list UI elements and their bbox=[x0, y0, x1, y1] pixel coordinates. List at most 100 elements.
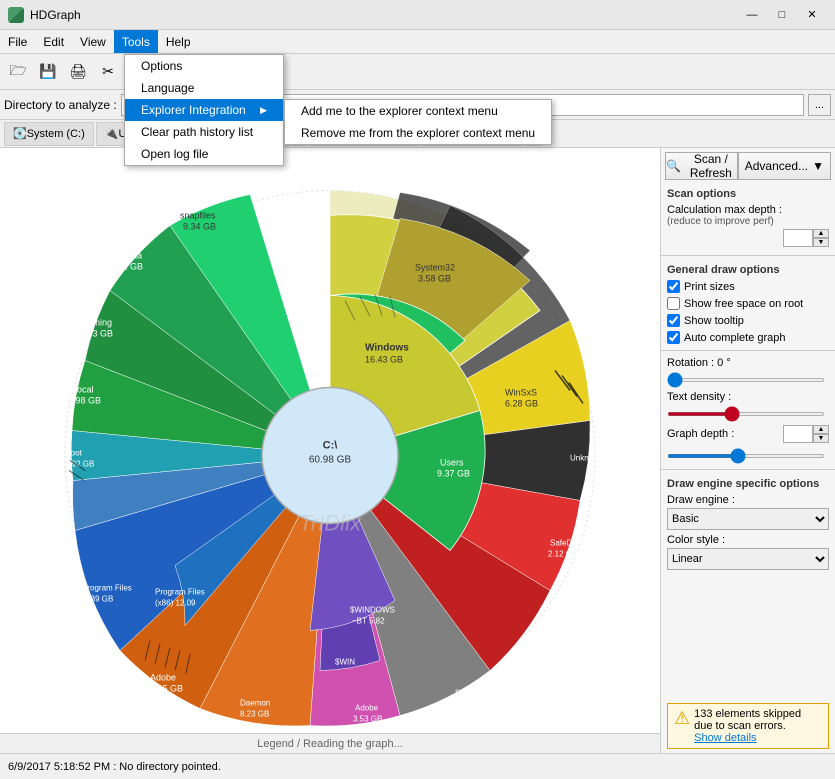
color-style-dropdown-row: Color style : Linear Rainbow Monochrome bbox=[661, 532, 835, 572]
svg-text:2.12 GB: 2.12 GB bbox=[548, 550, 577, 559]
divider2 bbox=[661, 350, 835, 351]
calc-depth-label: Calculation max depth : bbox=[667, 204, 829, 216]
auto-complete-label: Auto complete graph bbox=[684, 332, 786, 344]
free-space-checkbox[interactable] bbox=[667, 297, 680, 310]
graph-depth-down[interactable]: ▼ bbox=[813, 434, 829, 443]
print-sizes-label: Print sizes bbox=[684, 281, 735, 293]
svg-text:Unkn.: Unkn. bbox=[570, 454, 591, 463]
svg-text:Daemon: Daemon bbox=[240, 699, 270, 708]
svg-text:Sources: Sources bbox=[455, 689, 484, 698]
svg-text:System32: System32 bbox=[415, 263, 455, 273]
graph-depth-slider[interactable] bbox=[667, 454, 825, 458]
svg-text:Local: Local bbox=[72, 385, 94, 395]
print-sizes-checkbox[interactable] bbox=[667, 280, 680, 293]
svg-text:C:\: C:\ bbox=[323, 440, 338, 452]
toolbar-cut[interactable]: ✂ bbox=[94, 58, 122, 86]
tools-dropdown: Options Language Explorer Integration Cl… bbox=[124, 54, 284, 166]
calc-depth-down[interactable]: ▼ bbox=[813, 238, 829, 247]
graph-area: WinSxS 6.28 GB Unkn. SafeDS 2.12 GB Safe… bbox=[0, 148, 660, 753]
close-button[interactable]: ✕ bbox=[797, 5, 827, 25]
draw-engine-select[interactable]: Basic GDI+ bbox=[667, 508, 829, 530]
advanced-arrow-icon: ▼ bbox=[812, 159, 824, 173]
maximize-button[interactable]: □ bbox=[767, 5, 797, 25]
scan-adv-row: 🔍 Scan / Refresh Advanced... ▼ bbox=[661, 148, 835, 184]
svg-text:snapfiles: snapfiles bbox=[180, 211, 216, 221]
menu-view[interactable]: View bbox=[72, 30, 114, 53]
draw-engine-label: Draw engine : bbox=[667, 494, 829, 506]
graph-depth-spinner-btns: ▲ ▼ bbox=[813, 425, 829, 443]
rotation-slider-row: Rotation : 0 ° bbox=[661, 355, 835, 389]
svg-text:60.98 GB: 60.98 GB bbox=[309, 455, 352, 466]
svg-text:8.23 GB: 8.23 GB bbox=[240, 710, 269, 719]
free-space-label: Show free space on root bbox=[684, 298, 803, 310]
drivetab-c[interactable]: 💽 System (C:) bbox=[4, 122, 94, 146]
minimize-button[interactable]: — bbox=[737, 5, 767, 25]
svg-text:Adobe: Adobe bbox=[150, 673, 176, 683]
legend-bar: Legend / Reading the graph... bbox=[0, 733, 660, 753]
text-density-slider-row: Text density : bbox=[661, 389, 835, 423]
svg-text:SafeDS: SafeDS bbox=[550, 539, 578, 548]
graph-depth-row: Graph depth : 5 ▲ ▼ bbox=[661, 423, 835, 445]
svg-text:1.80 GB: 1.80 GB bbox=[533, 651, 562, 660]
svg-text:16.43 GB: 16.43 GB bbox=[365, 355, 403, 365]
drive-icon-c: 💽 bbox=[13, 127, 27, 140]
menu-edit[interactable]: Edit bbox=[35, 30, 72, 53]
menu-language[interactable]: Language bbox=[125, 77, 283, 99]
menu-clear-history[interactable]: Clear path history list bbox=[125, 121, 283, 143]
graph-depth-spinner: 5 ▲ ▼ bbox=[783, 425, 829, 443]
browse-button[interactable]: ... bbox=[808, 94, 831, 116]
warning-box: ⚠ 133 elements skipped due to scan error… bbox=[667, 703, 829, 749]
app-icon bbox=[8, 7, 24, 23]
svg-text:TrIDlix: TrIDlix bbox=[299, 511, 362, 536]
menu-help[interactable]: Help bbox=[158, 30, 199, 53]
scan-icon: 🔍 bbox=[666, 159, 681, 173]
svg-text:7.39 GB: 7.39 GB bbox=[84, 595, 113, 604]
svg-text:3.43 GB: 3.43 GB bbox=[80, 329, 113, 339]
menu-tools[interactable]: Tools bbox=[114, 30, 158, 53]
calc-depth-input[interactable]: 5 bbox=[783, 229, 813, 247]
svg-text:$WINDOWS: $WINDOWS bbox=[350, 606, 395, 615]
explorer-submenu: Add me to the explorer context menu Remo… bbox=[284, 99, 552, 145]
submenu-add[interactable]: Add me to the explorer context menu bbox=[285, 100, 551, 122]
draw-engine-specific-label: Draw engine specific options bbox=[661, 474, 835, 492]
menu-open-log[interactable]: Open log file bbox=[125, 143, 283, 165]
svg-text:5.21 GB: 5.21 GB bbox=[455, 700, 484, 709]
graph-depth-input[interactable]: 5 bbox=[783, 425, 813, 443]
menu-file[interactable]: File bbox=[0, 30, 35, 53]
calc-depth-sublabel: (reduce to improve perf) bbox=[667, 216, 829, 227]
svg-text:Windows: Windows bbox=[365, 343, 409, 354]
graph-depth-slider-row bbox=[661, 445, 835, 465]
svg-text:6.95 GB: 6.95 GB bbox=[150, 684, 183, 694]
svg-text:$WIN: $WIN bbox=[335, 658, 355, 667]
disk-chart: WinSxS 6.28 GB Unkn. SafeDS 2.12 GB Safe… bbox=[0, 148, 660, 753]
rotation-slider[interactable] bbox=[667, 378, 825, 382]
window-title: HDGraph bbox=[30, 8, 737, 22]
auto-complete-checkbox[interactable] bbox=[667, 331, 680, 344]
tooltip-checkbox[interactable] bbox=[667, 314, 680, 327]
calc-depth-up[interactable]: ▲ bbox=[813, 229, 829, 238]
show-details-link[interactable]: Show details bbox=[694, 732, 822, 744]
submenu-remove[interactable]: Remove me from the explorer context menu bbox=[285, 122, 551, 144]
toolbar-new[interactable]: 🗁 bbox=[4, 58, 32, 86]
warning-text: 133 elements skipped due to scan errors. bbox=[694, 708, 801, 732]
menubar: File Edit View Tools Help Options Langua… bbox=[0, 30, 835, 54]
toolbar-print[interactable]: 🖨 bbox=[64, 58, 92, 86]
svg-text:9.37 GB: 9.37 GB bbox=[437, 469, 470, 479]
menu-explorer-integration[interactable]: Explorer Integration bbox=[125, 99, 283, 121]
graph-depth-up[interactable]: ▲ bbox=[813, 425, 829, 434]
scan-options-label: Scan options bbox=[661, 184, 835, 202]
text-density-slider[interactable] bbox=[667, 412, 825, 416]
calc-depth-section: Calculation max depth : (reduce to impro… bbox=[661, 202, 835, 251]
titlebar: HDGraph — □ ✕ bbox=[0, 0, 835, 30]
text-density-label: Text density : bbox=[667, 391, 829, 403]
print-sizes-option: Print sizes bbox=[661, 278, 835, 295]
toolbar-save[interactable]: 💾 bbox=[34, 58, 62, 86]
show-free-space-option: Show free space on root bbox=[661, 295, 835, 312]
menu-options[interactable]: Options bbox=[125, 55, 283, 77]
svg-text:2.98 GB: 2.98 GB bbox=[68, 396, 101, 406]
scan-refresh-button[interactable]: 🔍 Scan / Refresh bbox=[665, 152, 738, 180]
color-style-select[interactable]: Linear Rainbow Monochrome bbox=[667, 548, 829, 570]
advanced-button[interactable]: Advanced... ▼ bbox=[738, 152, 831, 180]
right-panel: 🔍 Scan / Refresh Advanced... ▼ Scan opti… bbox=[660, 148, 835, 753]
warning-icon: ⚠ bbox=[674, 708, 690, 729]
